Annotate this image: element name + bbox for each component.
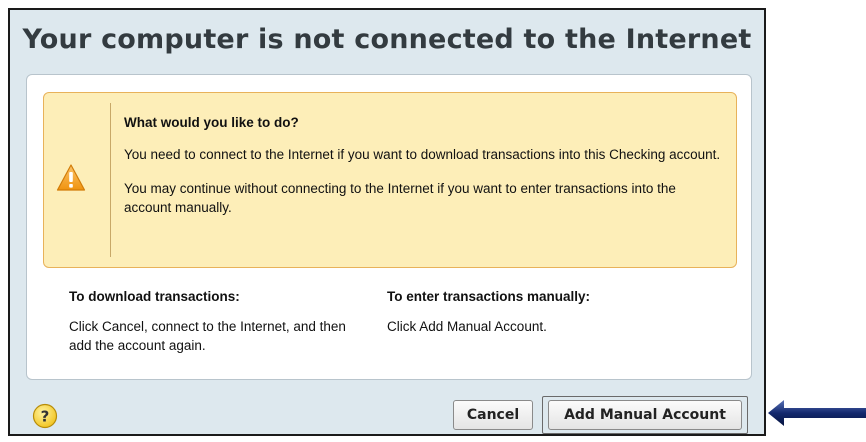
warning-box: What would you like to do? You need to c…	[43, 92, 737, 268]
download-heading: To download transactions:	[69, 289, 240, 304]
download-text: Click Cancel, connect to the Internet, a…	[69, 319, 346, 353]
cancel-button[interactable]: Cancel	[453, 400, 533, 430]
warning-paragraph-manual: You may continue without connecting to t…	[124, 181, 676, 215]
warning-heading: What would you like to do?	[124, 115, 299, 130]
manual-text: Click Add Manual Account.	[387, 319, 547, 334]
content-panel: What would you like to do? You need to c…	[26, 74, 752, 380]
warning-divider	[110, 103, 111, 257]
warning-paragraph-download: You need to connect to the Internet if y…	[124, 147, 721, 162]
dialog-window: Your computer is not connected to the In…	[8, 8, 766, 436]
pointer-arrow	[768, 400, 866, 426]
download-instructions: To download transactions: Click Cancel, …	[69, 287, 369, 355]
svg-text:?: ?	[41, 408, 50, 426]
warning-text: What would you like to do? You need to c…	[124, 113, 724, 232]
dialog-title: Your computer is not connected to the In…	[22, 24, 752, 55]
help-button[interactable]: ?	[32, 403, 58, 429]
add-manual-account-button[interactable]: Add Manual Account	[548, 400, 742, 430]
manual-heading: To enter transactions manually:	[387, 289, 591, 304]
warning-triangle-icon	[56, 163, 86, 193]
manual-instructions: To enter transactions manually: Click Ad…	[387, 287, 727, 336]
question-mark-icon: ?	[32, 403, 58, 429]
